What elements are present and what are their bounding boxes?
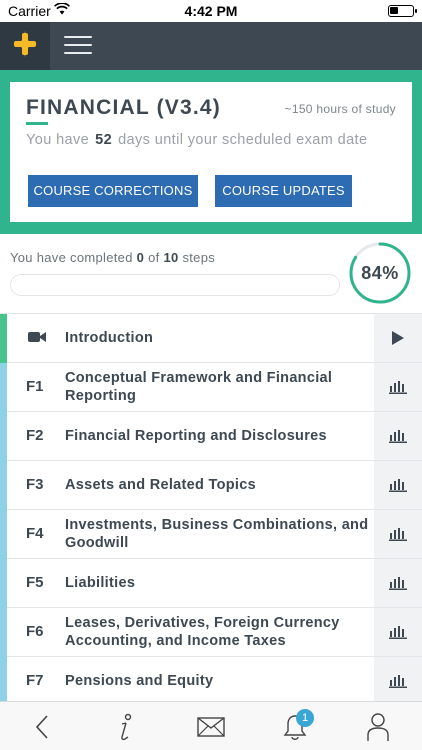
progress-section: You have completed 0 of 10 steps 84%: [0, 234, 422, 314]
steps-completed-text: You have completed 0 of 10 steps: [10, 250, 215, 265]
bottom-tab-bar: 1: [0, 701, 422, 750]
row-status-bar: [0, 412, 7, 461]
course-title: FINANCIAL (V3.4): [26, 96, 221, 119]
row-status-bar: [0, 510, 7, 559]
progress-percent: 84%: [361, 263, 399, 283]
status-bar: Carrier 4:42 PM: [0, 0, 422, 22]
notification-badge: 1: [296, 709, 314, 727]
user-icon: [367, 712, 389, 741]
study-hours: ~150 hours of study: [284, 102, 396, 116]
topic-row-introduction[interactable]: Introduction: [0, 314, 422, 363]
topic-label: Introduction: [65, 330, 154, 346]
topic-list: Introduction F1 Conceptual Framework and…: [0, 314, 422, 701]
battery-icon: [388, 5, 417, 17]
tab-notifications[interactable]: [265, 702, 325, 750]
topic-code: F7: [26, 672, 44, 689]
stats-button[interactable]: [374, 510, 422, 558]
topic-code: F4: [26, 525, 44, 542]
topic-row-f3[interactable]: F3 Assets and Related Topics: [0, 461, 422, 510]
progress-suffix: steps: [182, 250, 216, 265]
topic-row-f5[interactable]: F5 Liabilities: [0, 559, 422, 608]
bar-chart-icon: [389, 479, 407, 492]
app-header: [0, 22, 422, 70]
topic-code: F3: [26, 476, 44, 493]
topic-label: Investments, Business Combinations, and …: [65, 517, 369, 551]
steps-progress-bar: [10, 274, 340, 296]
row-status-bar: [0, 559, 7, 608]
back-icon: [35, 714, 48, 739]
topic-label: Liabilities: [65, 575, 136, 591]
app-logo[interactable]: [0, 22, 50, 70]
row-status-bar: [0, 314, 7, 363]
row-status-bar: [0, 657, 7, 701]
bar-chart-icon: [389, 626, 407, 639]
play-button[interactable]: [374, 314, 422, 362]
video-icon: [28, 332, 46, 342]
course-updates-button[interactable]: COURSE UPDATES: [215, 175, 352, 207]
title-underline: [26, 122, 48, 125]
tab-profile[interactable]: [348, 702, 408, 750]
topic-label: Assets and Related Topics: [65, 477, 256, 493]
bar-chart-icon: [389, 577, 407, 590]
bar-chart-icon: [389, 528, 407, 541]
steps-completed: 0: [136, 250, 145, 265]
bar-chart-icon: [389, 675, 407, 688]
info-icon: [121, 713, 132, 740]
stats-button[interactable]: [374, 608, 422, 656]
stats-button[interactable]: [374, 363, 422, 411]
topic-code: F5: [26, 574, 44, 591]
days-count: 52: [95, 132, 113, 148]
topic-row-f4[interactable]: F4 Investments, Business Combinations, a…: [0, 510, 422, 559]
topic-code: F2: [26, 427, 44, 444]
topic-row-f2[interactable]: F2 Financial Reporting and Disclosures: [0, 412, 422, 461]
tab-back[interactable]: [12, 702, 72, 750]
status-time: 4:42 PM: [184, 3, 238, 19]
countdown-prefix: You have: [26, 132, 90, 148]
progress-prefix: You have completed: [10, 250, 133, 265]
topic-code: F1: [26, 378, 44, 395]
countdown-suffix: days until your scheduled exam date: [118, 132, 368, 148]
tab-info[interactable]: [95, 702, 155, 750]
tab-messages[interactable]: [181, 702, 241, 750]
row-status-bar: [0, 461, 7, 510]
row-status-bar: [0, 608, 7, 657]
stats-button[interactable]: [374, 559, 422, 607]
bar-chart-icon: [389, 430, 407, 443]
progress-of: of: [148, 250, 160, 265]
topic-row-f1[interactable]: F1 Conceptual Framework and Financial Re…: [0, 363, 422, 412]
stats-button[interactable]: [374, 412, 422, 460]
mail-icon: [197, 716, 225, 737]
course-card: FINANCIAL (V3.4) ~150 hours of study You…: [10, 82, 412, 222]
topic-label: Pensions and Equity: [65, 673, 214, 689]
topic-row-f7[interactable]: F7 Pensions and Equity: [0, 657, 422, 701]
plus-icon: [13, 31, 37, 57]
topic-label: Leases, Derivatives, Foreign Currency Ac…: [65, 615, 340, 649]
topic-row-f6[interactable]: F6 Leases, Derivatives, Foreign Currency…: [0, 608, 422, 657]
hamburger-menu-icon[interactable]: [64, 36, 92, 56]
stats-button[interactable]: [374, 657, 422, 701]
topic-label: Conceptual Framework and Financial Repor…: [65, 370, 333, 404]
steps-total: 10: [163, 250, 179, 265]
topic-label: Financial Reporting and Disclosures: [65, 428, 327, 444]
course-card-container: FINANCIAL (V3.4) ~150 hours of study You…: [0, 70, 422, 234]
play-icon: [392, 331, 404, 345]
row-status-bar: [0, 363, 7, 412]
exam-countdown: You have 52 days until your scheduled exam…: [26, 132, 396, 149]
bar-chart-icon: [389, 381, 407, 394]
stats-button[interactable]: [374, 461, 422, 509]
course-corrections-button[interactable]: COURSE CORRECTIONS: [28, 175, 198, 207]
topic-code: F6: [26, 623, 44, 640]
